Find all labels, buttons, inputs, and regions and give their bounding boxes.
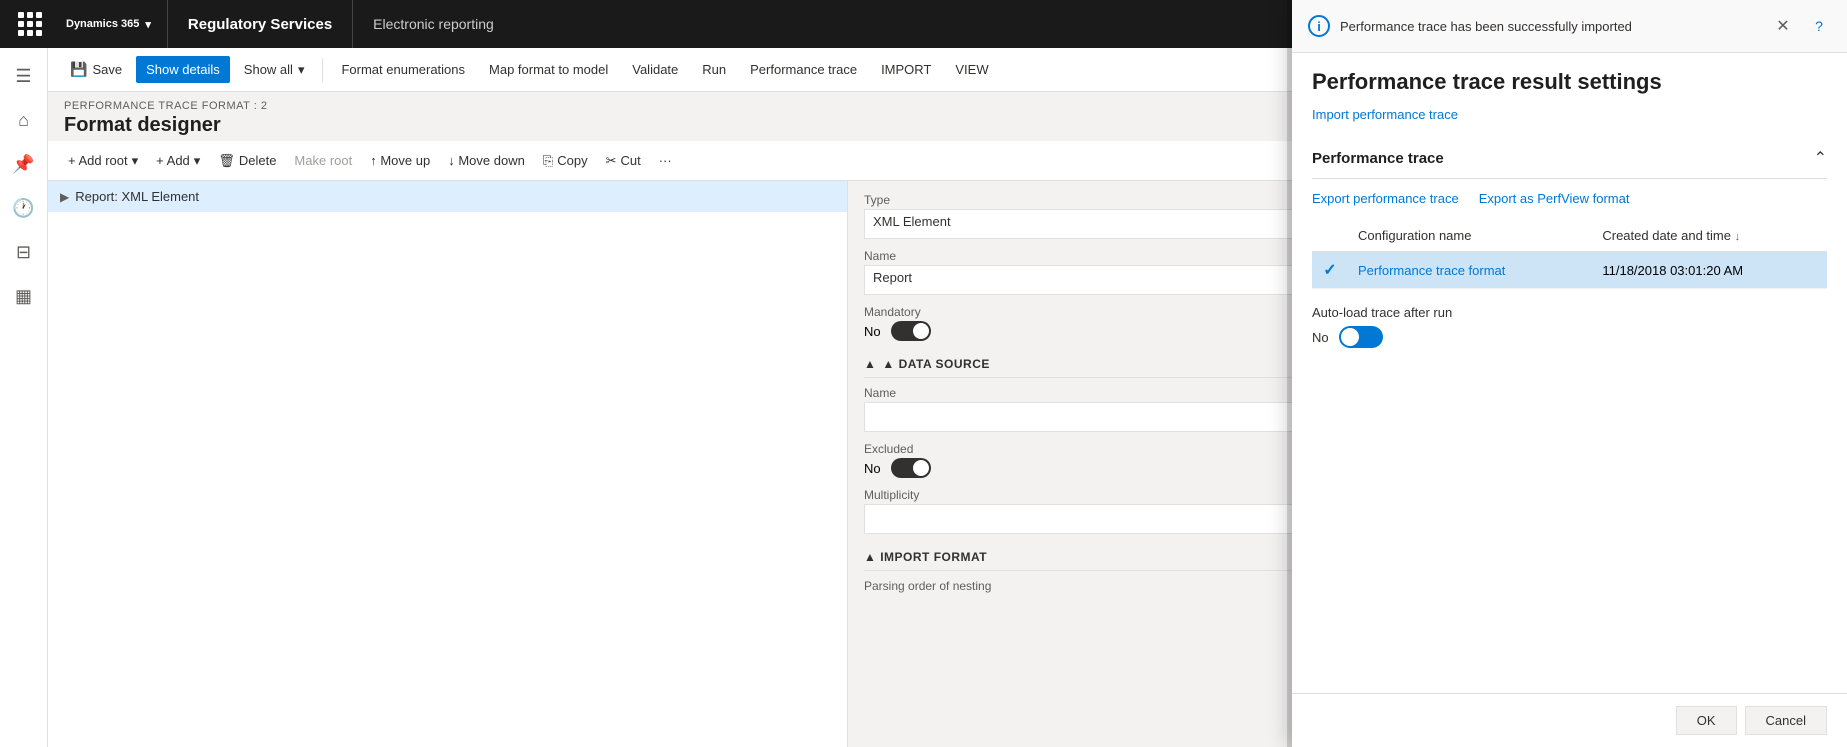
apps-button[interactable] [10, 0, 50, 48]
copy-icon: ⎘ [543, 153, 553, 169]
col-config-header[interactable]: Configuration name [1348, 220, 1592, 252]
show-all-chevron: ▾ [298, 62, 305, 78]
auto-load-label: Auto-load trace after run [1312, 305, 1827, 320]
delete-icon: 🗑 [218, 153, 235, 169]
map-format-button[interactable]: Map format to model [479, 56, 618, 83]
auto-load-section: Auto-load trace after run No [1312, 289, 1827, 356]
tree-item[interactable]: ▶ Report: XML Element [48, 181, 847, 212]
modal-panel: i Performance trace has been successfull… [1292, 0, 1847, 747]
excluded-toggle[interactable] [891, 458, 931, 478]
modal-help-button[interactable]: ? [1807, 14, 1831, 38]
reg-services-label: Regulatory Services [168, 0, 353, 48]
more-button[interactable]: ··· [651, 149, 680, 172]
table-row[interactable]: ✓ Performance trace format 11/18/2018 03… [1312, 252, 1827, 289]
add-chevron: ▾ [194, 153, 201, 169]
dynamics-label: Dynamics 365 [66, 18, 139, 30]
excluded-no-label: No [864, 461, 881, 476]
performance-trace-button[interactable]: Performance trace [740, 56, 867, 83]
tree-panel: ▶ Report: XML Element [48, 181, 848, 747]
view-button[interactable]: VIEW [945, 56, 998, 83]
col-date-header[interactable]: Created date and time ↓ [1592, 220, 1827, 252]
info-icon: i [1308, 15, 1330, 37]
table-header-row: Configuration name Created date and time… [1312, 220, 1827, 252]
auto-no-label: No [1312, 330, 1329, 345]
perf-export-links: Export performance trace Export as PerfV… [1312, 191, 1827, 206]
auto-load-toggle[interactable] [1339, 326, 1383, 348]
hamburger-icon[interactable]: ☰ [4, 56, 44, 96]
sort-arrow-icon: ↓ [1735, 231, 1741, 243]
modal-topbar: i Performance trace has been successfull… [1292, 0, 1847, 53]
add-root-chevron: ▾ [132, 153, 139, 169]
row-check-cell: ✓ [1312, 252, 1348, 289]
row-date-cell: 11/18/2018 03:01:20 AM [1592, 252, 1827, 289]
export-perfview-link[interactable]: Export as PerfView format [1479, 191, 1630, 206]
cancel-button[interactable]: Cancel [1745, 706, 1827, 735]
mandatory-toggle[interactable] [891, 321, 931, 341]
tree-item-label: Report: XML Element [75, 189, 199, 204]
validate-button[interactable]: Validate [622, 56, 688, 83]
pinned-icon[interactable]: 📌 [4, 144, 44, 184]
config-name-link[interactable]: Performance trace format [1358, 263, 1505, 278]
modal-close-button[interactable]: ✕ [1769, 12, 1797, 40]
move-down-button[interactable]: ↓ Move down [440, 149, 533, 172]
left-sidebar: ☰ ⌂ 📌 🕐 ⊟ ▦ [0, 48, 48, 747]
dynamics-dropdown-arrow: ▾ [145, 18, 151, 31]
show-details-button[interactable]: Show details [136, 56, 230, 83]
electronic-reporting-label: Electronic reporting [353, 0, 514, 48]
dynamics-dropdown[interactable]: Dynamics 365 ▾ [50, 0, 168, 48]
collapse-section-button[interactable]: ⌃ [1814, 148, 1827, 168]
run-button[interactable]: Run [692, 56, 736, 83]
modal-body: Performance trace ⌃ Export performance t… [1292, 138, 1847, 693]
tree-chevron-icon: ▶ [60, 190, 69, 204]
modal-footer: OK Cancel [1292, 693, 1847, 747]
modal-topbar-message: Performance trace has been successfully … [1340, 19, 1759, 34]
perf-section-header: Performance trace ⌃ [1312, 138, 1827, 179]
ok-button[interactable]: OK [1676, 706, 1737, 735]
make-root-button: Make root [286, 149, 360, 172]
auto-load-row: No [1312, 326, 1827, 348]
cut-button[interactable]: ✂ Cut [598, 149, 649, 173]
perf-section-title: Performance trace [1312, 150, 1444, 167]
recent-icon[interactable]: 🕐 [4, 188, 44, 228]
save-button[interactable]: 💾 Save [60, 55, 132, 84]
cmd-separator-1 [322, 58, 323, 82]
filter-icon[interactable]: ⊟ [4, 232, 44, 272]
add-root-button[interactable]: + Add root ▾ [60, 149, 146, 173]
apps-grid-icon [18, 12, 42, 36]
copy-button[interactable]: ⎘ Copy [535, 149, 596, 173]
cut-icon: ✂ [606, 153, 617, 169]
home-icon[interactable]: ⌂ [4, 100, 44, 140]
move-up-button[interactable]: ↑ Move up [362, 149, 438, 172]
section-arrow-icon: ▲ [864, 357, 876, 371]
modal-overlay: i Performance trace has been successfull… [1287, 0, 1847, 747]
import-button[interactable]: IMPORT [871, 56, 941, 83]
show-all-button[interactable]: Show all ▾ [234, 56, 315, 84]
table-icon[interactable]: ▦ [4, 276, 44, 316]
mandatory-no-label: No [864, 324, 881, 339]
export-trace-link[interactable]: Export performance trace [1312, 191, 1459, 206]
import-performance-trace-link[interactable]: Import performance trace [1292, 103, 1847, 138]
save-icon: 💾 [70, 61, 87, 78]
row-config-cell: Performance trace format [1348, 252, 1592, 289]
add-button[interactable]: + Add ▾ [148, 149, 208, 173]
checkmark-icon: ✓ [1323, 262, 1336, 279]
col-check-header [1312, 220, 1348, 252]
format-enum-button[interactable]: Format enumerations [331, 56, 475, 83]
delete-button[interactable]: 🗑 Delete [210, 149, 284, 173]
perf-table: Configuration name Created date and time… [1312, 220, 1827, 289]
modal-title: Performance trace result settings [1292, 53, 1847, 103]
